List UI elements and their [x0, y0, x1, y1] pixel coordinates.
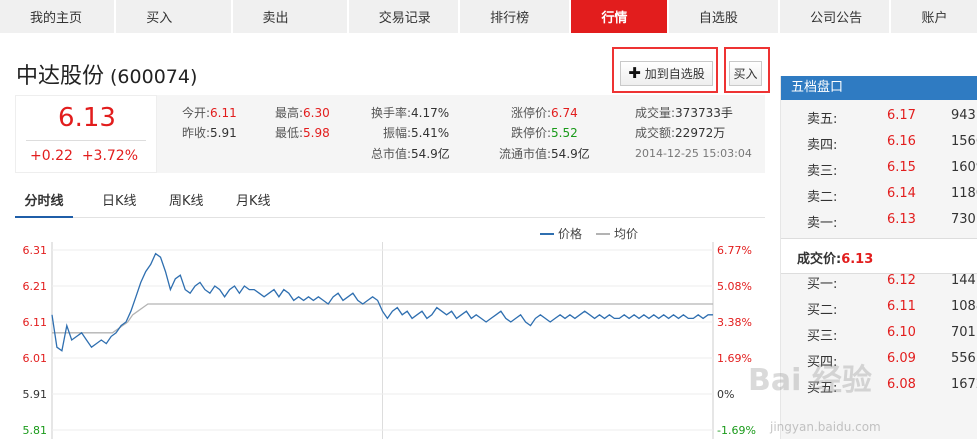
y-tick-left: 5.91: [23, 388, 48, 401]
divider: [26, 140, 146, 141]
ask-row: 卖二:6.141180: [807, 186, 977, 205]
legend-label-avg: 均价: [614, 227, 638, 241]
open-stat: 今开:6.11: [182, 106, 237, 120]
stock-code: (600074): [110, 66, 198, 88]
y-tick-right: 3.38%: [717, 316, 752, 329]
order-book-title: 五档盘口: [781, 76, 977, 100]
y-tick-right: 0%: [717, 388, 734, 401]
intraday-chart: 6.31 6.77% 6.21 5.08% 6.11 3.38% 6.01 1.69% 5.91…: [23, 226, 756, 439]
chart-tabs: 分时线 日K线 周K线 月K线: [15, 188, 765, 218]
ask-row: 卖四:6.161566: [807, 134, 977, 153]
volume-stat: 成交量:373733手: [635, 106, 733, 120]
page-title: 中达股份 (600074): [16, 58, 197, 90]
deal-price: 6.13: [841, 252, 874, 267]
y-tick-left: 6.21: [23, 280, 48, 293]
change-value: +0.22: [30, 148, 73, 164]
nav-home[interactable]: 我的主页: [0, 0, 115, 33]
limit-up-stat: 涨停价:6.74: [511, 106, 578, 120]
add-watchlist-label: 加到自选股: [644, 67, 705, 81]
top-nav: 我的主页 买入 卖出 交易记录 排行榜 行情 自选股 公司公告 账户: [0, 0, 977, 33]
nav-sell[interactable]: 卖出: [232, 0, 347, 33]
tab-intraday[interactable]: 分时线: [15, 188, 73, 218]
y-tick-right: 6.77%: [717, 244, 752, 257]
nav-ranking[interactable]: 排行榜: [460, 0, 570, 33]
nav-market[interactable]: 行情: [571, 0, 667, 33]
ask-row: 卖五: 6.17 943: [807, 108, 976, 127]
tab-weekly-k[interactable]: 周K线: [169, 188, 204, 218]
ask-row: 卖一: 6.13 730: [807, 212, 976, 231]
high-stat: 最高:6.30: [275, 106, 330, 120]
bid-row: 买三: 6.10 701: [807, 325, 976, 344]
legend-label-price: 价格: [558, 226, 582, 241]
buy-button[interactable]: 买入: [729, 61, 762, 86]
y-tick-right: 5.08%: [717, 280, 752, 293]
nav-watchlist[interactable]: 自选股: [668, 0, 779, 33]
price-box: 6.13 +0.22 +3.72%: [15, 95, 157, 173]
y-tick-left: 5.81: [23, 424, 48, 437]
y-tick-right: 1.69%: [717, 352, 752, 365]
low-stat: 最低:5.98: [275, 126, 330, 140]
y-tick-left: 6.31: [23, 244, 48, 257]
change-percent: +3.72%: [81, 148, 139, 164]
bid-row: 买二:6.111088: [807, 299, 977, 318]
nav-trade-records[interactable]: 交易记录: [348, 0, 459, 33]
amplitude-stat: 振幅:5.41%: [383, 126, 450, 140]
tab-daily-k[interactable]: 日K线: [102, 188, 137, 218]
quote-timestamp: 2014-12-25 15:03:04: [635, 147, 752, 160]
baidu-watermark-url: jingyan.baidu.com: [770, 420, 881, 434]
total-mv-stat: 总市值:54.9亿: [371, 147, 450, 161]
quote-panel: 6.13 +0.22 +3.72% 今开:6.11 昨收:5.91 最高:6.3…: [15, 95, 765, 173]
stock-name: 中达股份: [16, 64, 105, 89]
nav-account[interactable]: 账户: [891, 0, 977, 33]
baidu-watermark-logo: Bai 经验: [748, 363, 872, 398]
prev-close-stat: 昨收:5.91: [182, 126, 237, 140]
price-change: +0.22 +3.72%: [30, 148, 138, 164]
current-price: 6.13: [58, 103, 116, 133]
nav-buy[interactable]: 买入: [116, 0, 231, 33]
plus-icon: ✚: [628, 64, 641, 82]
nav-announcements[interactable]: 公司公告: [780, 0, 890, 33]
turnover-rate-stat: 换手率:4.17%: [371, 106, 450, 120]
limit-down-stat: 跌停价:5.52: [511, 126, 578, 140]
ask-row: 卖三:6.151609: [807, 160, 977, 179]
y-tick-right: -1.69%: [717, 424, 756, 437]
deal-label: 成交价:: [797, 252, 842, 267]
add-watchlist-button[interactable]: ✚ 加到自选股: [620, 61, 713, 86]
tab-monthly-k[interactable]: 月K线: [236, 188, 271, 218]
bid-row: 买一:6.121441: [807, 273, 977, 292]
amount-stat: 成交额:22972万: [635, 126, 726, 140]
float-mv-stat: 流通市值:54.9亿: [499, 147, 590, 161]
y-tick-left: 6.01: [23, 352, 48, 365]
y-tick-left: 6.11: [23, 316, 48, 329]
